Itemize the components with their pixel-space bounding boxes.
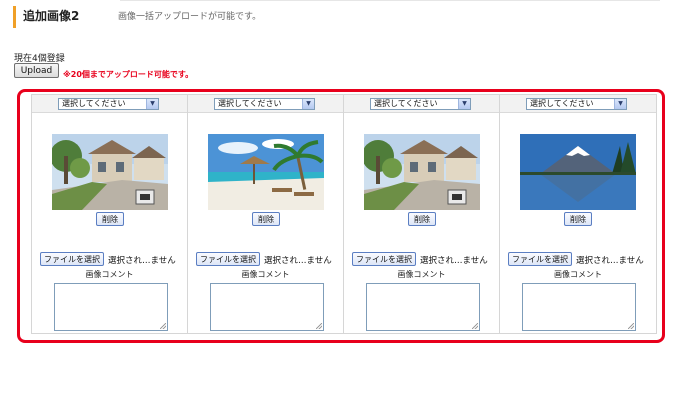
select-value: 選択してください	[218, 99, 282, 108]
image-slot: 選択してください ▼ 削除 ファイルを選択 選択され…ません 画像コメント	[32, 95, 188, 333]
choose-file-button[interactable]: ファイルを選択	[196, 252, 260, 266]
comment-textarea[interactable]	[210, 283, 324, 331]
resize-grip-icon[interactable]	[316, 323, 322, 329]
section-header: 追加画像2 画像一括アップロードが可能です。	[0, 0, 700, 32]
image-slot: 選択してください ▼ 削除 ファイルを選択 選択され…ません 画像コメント	[188, 95, 344, 333]
delete-button[interactable]: 削除	[408, 212, 436, 226]
file-status: 選択され…ません	[108, 256, 176, 266]
file-input-row: ファイルを選択 選択され…ません	[352, 252, 500, 267]
file-status: 選択され…ません	[576, 256, 644, 266]
chevron-down-icon: ▼	[146, 99, 158, 109]
resize-grip-icon[interactable]	[472, 323, 478, 329]
delete-button[interactable]: 削除	[96, 212, 124, 226]
select-value: 選択してください	[530, 99, 594, 108]
comment-textarea[interactable]	[522, 283, 636, 331]
header-top-rule	[120, 0, 660, 1]
comment-textarea[interactable]	[366, 283, 480, 331]
section-title: 追加画像2	[23, 9, 80, 23]
comment-textarea[interactable]	[54, 283, 168, 331]
delete-button[interactable]: 削除	[564, 212, 592, 226]
choose-file-button[interactable]: ファイルを選択	[40, 252, 104, 266]
image-slot: 選択してください ▼ 削除 ファイルを選択 選択され…ません 画像コメント	[500, 95, 656, 333]
comment-label: 画像コメント	[397, 270, 446, 279]
file-status: 選択され…ません	[420, 256, 488, 266]
section-accent-bar	[13, 6, 16, 28]
choose-file-button[interactable]: ファイルを選択	[508, 252, 572, 266]
mount-fuji-lake-thumbnail	[520, 134, 636, 210]
select-value: 選択してください	[62, 99, 126, 108]
file-status: 選択され…ません	[264, 256, 332, 266]
beach-umbrella-thumbnail	[208, 134, 324, 210]
comment-label: 画像コメント	[85, 270, 134, 279]
category-select[interactable]: 選択してください ▼	[58, 98, 159, 110]
upload-button[interactable]: Upload	[14, 63, 59, 78]
resize-grip-icon[interactable]	[160, 323, 166, 329]
comment-label: 画像コメント	[554, 270, 602, 279]
delete-button[interactable]: 削除	[252, 212, 280, 226]
file-input-row: ファイルを選択 選択され…ません	[40, 252, 188, 267]
section-description: 画像一括アップロードが可能です。	[118, 12, 262, 22]
comment-label: 画像コメント	[241, 270, 290, 279]
house-street-thumbnail	[52, 134, 168, 210]
resize-grip-icon[interactable]	[628, 323, 634, 329]
file-input-row: ファイルを選択 選択され…ません	[196, 252, 344, 267]
file-input-row: ファイルを選択 選択され…ません	[508, 252, 656, 267]
category-select[interactable]: 選択してください ▼	[526, 98, 627, 110]
image-slot-grid: 選択してください ▼ 削除 ファイルを選択 選択され…ません 画像コメント 選択…	[31, 94, 657, 334]
image-slot: 選択してください ▼ 削除 ファイルを選択 選択され…ません 画像コメント	[344, 95, 500, 333]
choose-file-button[interactable]: ファイルを選択	[352, 252, 416, 266]
house-street-thumbnail	[364, 134, 480, 210]
select-value: 選択してください	[374, 99, 438, 108]
chevron-down-icon: ▼	[302, 99, 314, 109]
category-select[interactable]: 選択してください ▼	[214, 98, 315, 110]
upload-limit-note: ※20個までアップロード可能です。	[63, 70, 194, 79]
category-select[interactable]: 選択してください ▼	[370, 98, 471, 110]
chevron-down-icon: ▼	[458, 99, 470, 109]
chevron-down-icon: ▼	[614, 99, 626, 109]
